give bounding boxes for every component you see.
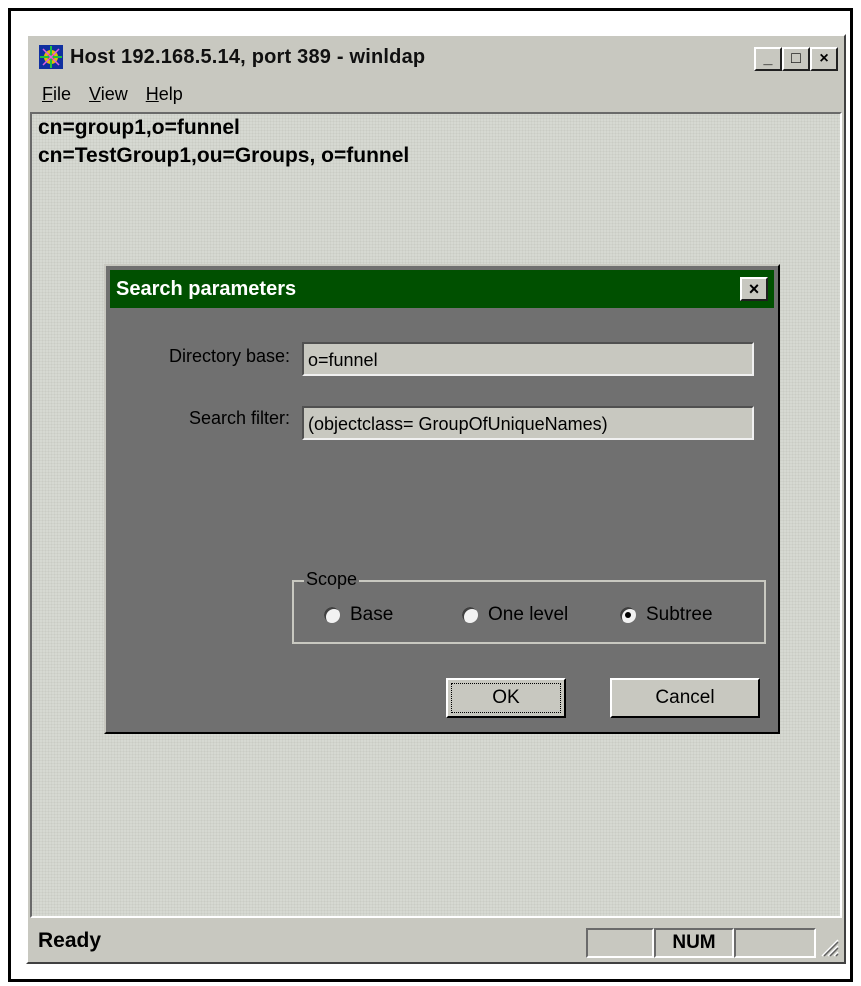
dialog-title-bar[interactable]: Search parameters × [110,270,774,308]
search-parameters-dialog: Search parameters × Directory base: o=fu… [104,264,780,734]
directory-base-field[interactable]: o=funnel [302,342,754,376]
menu-help-accel: H [145,83,159,104]
scope-radio-one-level[interactable]: One level [462,604,568,626]
close-icon: × [748,279,760,299]
ok-button-label: OK [451,683,561,713]
menu-file-accel: F [42,83,53,104]
scope-one-level-label: One level [488,604,569,625]
resize-grip-icon[interactable] [816,934,840,958]
dialog-close-button[interactable]: × [740,277,768,301]
cancel-button-label: Cancel [655,687,715,708]
dialog-title: Search parameters [116,277,297,300]
result-line[interactable]: cn=group1,o=funnel [38,116,240,140]
status-panel-scroll [734,928,816,958]
minimize-button[interactable]: _ [754,47,782,71]
scope-subtree-label: Subtree [646,604,713,625]
close-button[interactable]: × [810,47,838,71]
scope-base-label: Base [350,604,394,625]
maximize-icon: □ [791,50,801,67]
window-controls: _ □ × [754,47,838,71]
radio-unselected-icon [324,607,340,623]
radio-unselected-icon [462,607,478,623]
menu-view-accel: V [89,83,101,104]
menu-file-label: ile [53,83,72,104]
status-bar: Ready NUM [30,922,842,960]
search-filter-label: Search filter: [188,408,290,428]
scope-radio-base[interactable]: Base [324,604,393,626]
title-bar[interactable]: Host 192.168.5.14, port 389 - winldap _ … [30,38,842,76]
window-title: Host 192.168.5.14, port 389 - winldap [70,45,426,68]
status-panel-caps [586,928,654,958]
result-line[interactable]: cn=TestGroup1,ou=Groups, o=funnel [38,144,409,168]
radio-selected-icon [620,607,636,623]
directory-base-label: Directory base: [168,346,290,366]
scope-group: Scope Base One level Subtree [292,569,766,644]
menu-view[interactable]: View [89,84,128,105]
scope-legend: Scope [304,569,360,590]
status-panel-num: NUM [654,928,734,958]
search-filter-field[interactable]: (objectclass= GroupOfUniqueNames) [302,406,754,440]
menu-help[interactable]: Help [146,84,183,105]
winldap-app-icon[interactable] [38,44,64,70]
scope-radio-subtree[interactable]: Subtree [620,604,713,626]
menu-bar: File View Help [30,80,189,108]
menu-file[interactable]: File [42,84,71,105]
status-text: Ready [38,929,102,952]
menu-view-label: iew [100,83,128,104]
cancel-button[interactable]: Cancel [610,678,760,718]
ok-button[interactable]: OK [446,678,566,718]
maximize-button[interactable]: □ [782,47,810,71]
menu-help-label: elp [158,83,183,104]
close-icon: × [819,50,829,67]
minimize-icon: _ [763,50,773,67]
